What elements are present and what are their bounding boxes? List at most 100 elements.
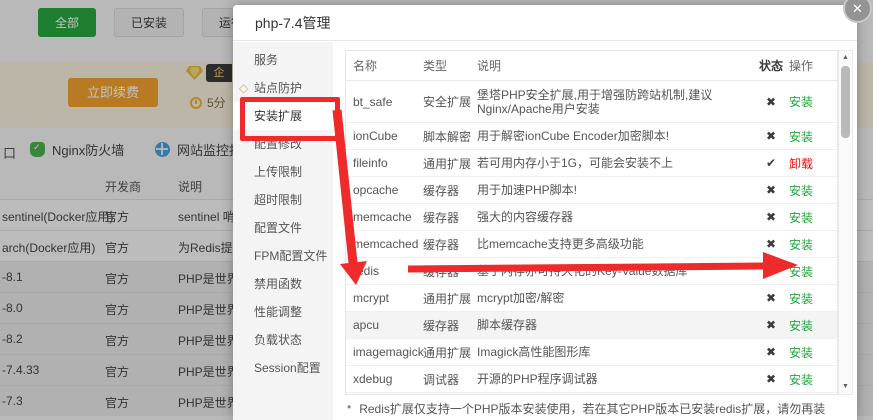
extension-type: 脚本解密 [423, 128, 477, 145]
extension-type: 缓存器 [423, 236, 477, 253]
status-not-installed-icon: ✖ [753, 129, 789, 143]
sidebar-item-label: 上传限制 [254, 165, 302, 179]
sidebar-item-site-protection[interactable]: ◇站点防护 [233, 74, 333, 102]
sidebar-item-label: 安装扩展 [254, 109, 302, 123]
status-installed-icon: ✔ [753, 156, 789, 170]
sidebar-item-label: 配置文件 [254, 221, 302, 235]
column-header: 名称 [346, 57, 423, 74]
install-link-memcache[interactable]: 安装 [789, 209, 837, 226]
diamond-icon: ◇ [239, 74, 248, 102]
install-link-mcrypt[interactable]: 安装 [789, 290, 837, 307]
extension-name: bt_safe [346, 95, 423, 109]
sidebar-item-fpm-config-file[interactable]: FPM配置文件 [233, 242, 333, 270]
extension-name: memcached [346, 237, 423, 251]
extension-row-opcache: opcache缓存器用于加速PHP脚本!✖安装 [346, 177, 837, 204]
status-not-installed-icon: ✖ [753, 291, 789, 305]
sidebar-item-label: FPM配置文件 [254, 249, 327, 263]
extension-desc: 强大的内容缓存器 [477, 210, 753, 224]
bullet-icon: • [347, 400, 351, 414]
extension-row-imagemagick: imagemagick通用扩展Imagick高性能图形库✖安装 [346, 339, 837, 366]
status-not-installed-icon: ✖ [753, 372, 789, 386]
extension-row-fileinfo: fileinfo通用扩展若可用内存小于1G，可能会安装不上✔卸载 [346, 150, 837, 177]
extension-desc: mcrypt加密/解密 [477, 291, 753, 305]
install-link-imagemagick[interactable]: 安装 [789, 344, 837, 361]
extension-name: ionCube [346, 129, 423, 143]
status-not-installed-icon: ✖ [753, 318, 789, 332]
extension-name: apcu [346, 318, 423, 332]
dialog-sidebar: 服务 ◇站点防护安装扩展配置修改上传限制超时限制配置文件 FPM配置文件禁用函数性能… [233, 42, 333, 420]
extension-desc: Imagick高性能图形库 [477, 345, 753, 359]
extension-name: redis [346, 264, 423, 278]
redis-note-text: Redis扩展仅支持一个PHP版本安装使用，若在其它PHP版本已安装redis扩… [359, 400, 825, 417]
extension-scroll-area: 名称类型说明状态操作 bt_safe安全扩展堡塔PHP安全扩展,用于增强防跨站机… [345, 50, 853, 395]
extension-type: 缓存器 [423, 182, 477, 199]
sidebar-item-load-status[interactable]: 负载状态 [233, 326, 333, 354]
install-link-bt_safe[interactable]: 安装 [789, 93, 837, 110]
install-link-redis[interactable]: 安装 [789, 263, 837, 280]
sidebar-item-label: 配置修改 [254, 137, 302, 151]
column-header: 类型 [423, 57, 477, 74]
status-not-installed-icon: ✖ [753, 95, 789, 109]
install-link-ionCube[interactable]: 安装 [789, 128, 837, 145]
sidebar-item-label: 性能调整 [254, 305, 302, 319]
column-header: 说明 [477, 59, 753, 73]
scrollbar-thumb[interactable] [841, 66, 850, 138]
extension-name: fileinfo [346, 156, 423, 170]
extension-row-mcrypt: mcrypt通用扩展mcrypt加密/解密✖安装 [346, 285, 837, 312]
install-link-xdebug[interactable]: 安装 [789, 371, 837, 388]
php-manage-dialog: php-7.4管理 服务 ◇站点防护安装扩展配置修改上传限制超时限制配置文件 FPM… [233, 5, 857, 420]
extension-table: 名称类型说明状态操作 bt_safe安全扩展堡塔PHP安全扩展,用于增强防跨站机… [345, 50, 838, 395]
install-link-apcu[interactable]: 安装 [789, 317, 837, 334]
extension-desc: 基于内存亦可持久化的Key-Value数据库 [477, 264, 753, 278]
extension-type: 通用扩展 [423, 155, 477, 172]
extension-type: 安全扩展 [423, 93, 477, 110]
status-not-installed-icon: ✖ [753, 183, 789, 197]
extension-name: memcache [346, 210, 423, 224]
extension-row-redis: redis缓存器基于内存亦可持久化的Key-Value数据库✖安装 [346, 258, 837, 285]
extension-type: 通用扩展 [423, 290, 477, 307]
column-header: 操作 [789, 57, 837, 74]
extension-desc: 开源的PHP程序调试器 [477, 372, 753, 386]
status-not-installed-icon: ✖ [753, 210, 789, 224]
redis-note: • Redis扩展仅支持一个PHP版本安装使用，若在其它PHP版本已安装redi… [347, 400, 847, 417]
sidebar-item-performance-tuning[interactable]: 性能调整 [233, 298, 333, 326]
sidebar-item-upload-limit[interactable]: 上传限制 [233, 158, 333, 186]
extension-desc: 用于加速PHP脚本! [477, 183, 753, 197]
sidebar-item-config-file[interactable]: 配置文件 [233, 214, 333, 242]
sidebar-item-timeout-limit[interactable]: 超时限制 [233, 186, 333, 214]
extension-table-header: 名称类型说明状态操作 [346, 51, 837, 81]
extension-row-apcu: apcu缓存器脚本缓存器✖安装 [346, 312, 837, 339]
extension-desc: 若可用内存小于1G，可能会安装不上 [477, 156, 753, 170]
extension-table-body: bt_safe安全扩展堡塔PHP安全扩展,用于增强防跨站机制,建议Nginx/A… [346, 81, 837, 393]
scrollbar[interactable]: ▲ ▼ [838, 50, 853, 395]
scroll-down-arrow-icon[interactable]: ▼ [839, 380, 852, 394]
extension-row-xdebug: xdebug调试器开源的PHP程序调试器✖安装 [346, 366, 837, 393]
sidebar-item-install-extensions[interactable]: 安装扩展 [233, 102, 333, 130]
sidebar-item-label: 负载状态 [254, 333, 302, 347]
uninstall-link-fileinfo[interactable]: 卸载 [789, 155, 837, 172]
sidebar-item-label: 禁用函数 [254, 277, 302, 291]
extension-name: opcache [346, 183, 423, 197]
sidebar-item-disabled-functions[interactable]: 禁用函数 [233, 270, 333, 298]
sidebar-item-services[interactable]: 服务 [233, 46, 333, 74]
dialog-title: php-7.4管理 [233, 5, 857, 41]
extension-desc: 脚本缓存器 [477, 318, 753, 332]
extension-type: 缓存器 [423, 209, 477, 226]
sidebar-item-label: 服务 [254, 53, 278, 67]
install-link-opcache[interactable]: 安装 [789, 182, 837, 199]
sidebar-item-session-config[interactable]: Session配置 [233, 354, 333, 382]
status-not-installed-icon: ✖ [753, 264, 789, 278]
sidebar-item-config-modify[interactable]: 配置修改 [233, 130, 333, 158]
status-not-installed-icon: ✖ [753, 237, 789, 251]
install-link-memcached[interactable]: 安装 [789, 236, 837, 253]
extension-desc: 堡塔PHP安全扩展,用于增强防跨站机制,建议Nginx/Apache用户安装 [477, 88, 753, 116]
sidebar-item-label: Session配置 [254, 361, 321, 375]
extension-row-memcached: memcached缓存器比memcache支持更多高级功能✖安装 [346, 231, 837, 258]
status-not-installed-icon: ✖ [753, 345, 789, 359]
extension-name: imagemagick [346, 345, 423, 359]
scroll-up-arrow-icon[interactable]: ▲ [839, 51, 852, 65]
sidebar-item-label: 超时限制 [254, 193, 302, 207]
extension-type: 缓存器 [423, 317, 477, 334]
extension-type: 调试器 [423, 371, 477, 388]
extension-type: 通用扩展 [423, 344, 477, 361]
